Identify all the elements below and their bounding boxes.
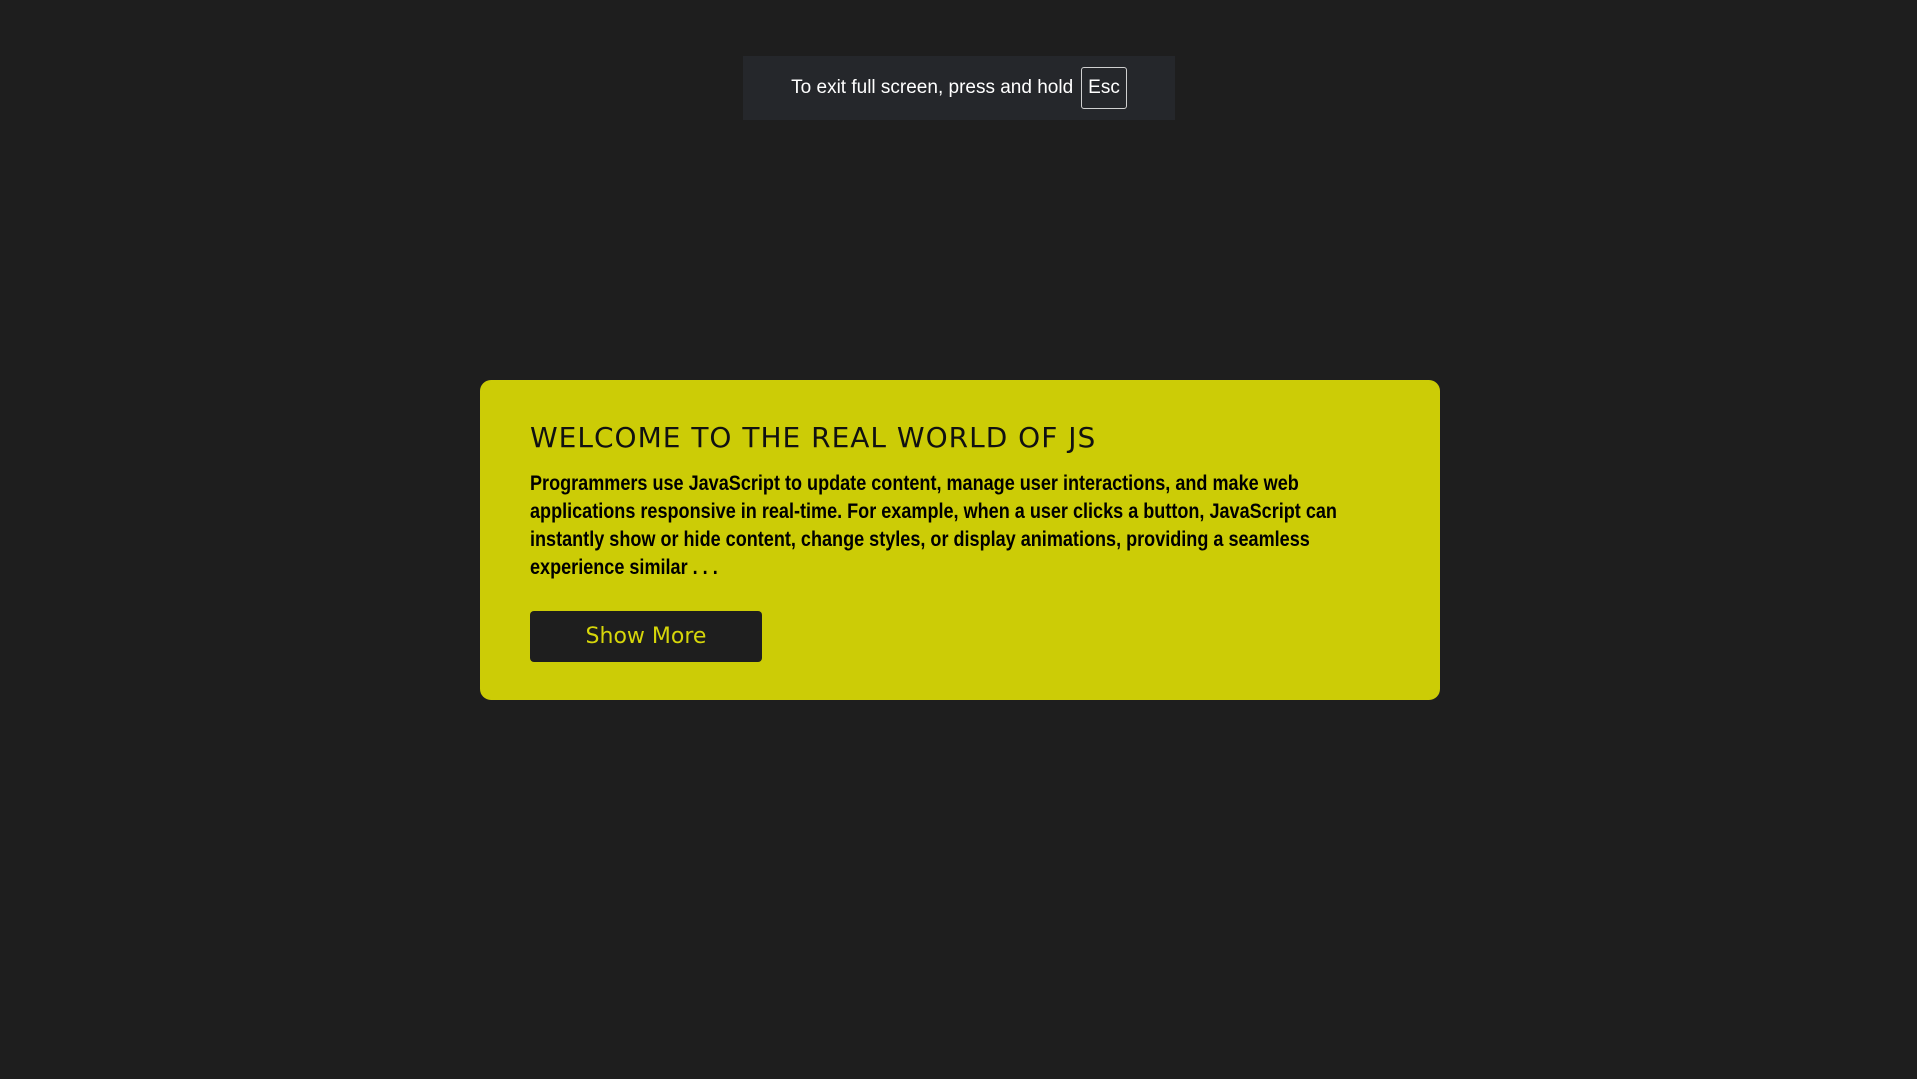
card-description: Programmers use JavaScript to update con… <box>530 472 1337 579</box>
fullscreen-exit-notice: To exit full screen, press and hold Esc <box>743 56 1175 120</box>
fullscreen-notice-text: To exit full screen, press and hold <box>791 77 1074 98</box>
show-more-button[interactable]: Show More <box>530 611 762 662</box>
card-title: WELCOME TO THE REAL WORLD OF JS <box>530 421 1097 454</box>
welcome-card: WELCOME TO THE REAL WORLD OF JS Programm… <box>480 380 1440 700</box>
esc-key-badge: Esc <box>1081 67 1127 109</box>
